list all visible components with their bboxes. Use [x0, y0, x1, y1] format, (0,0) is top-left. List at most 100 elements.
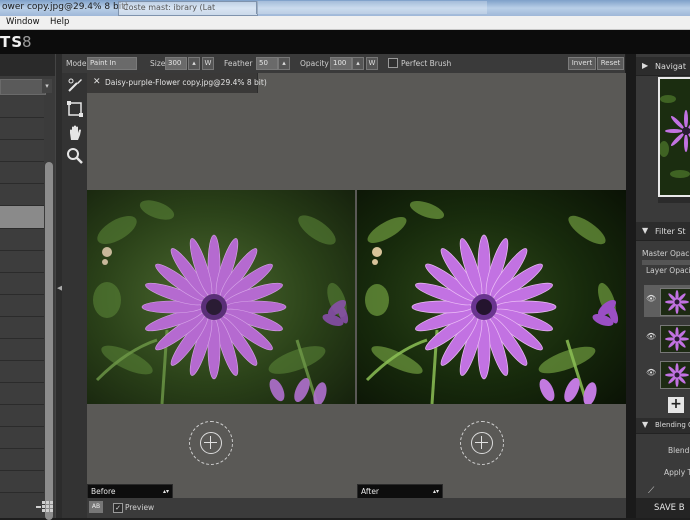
menubar: Window Help [0, 16, 690, 30]
app-brand-bar: TS 8 [0, 30, 690, 54]
size-stepper[interactable]: ▴ [188, 57, 200, 70]
preset-row-selected[interactable] [0, 206, 44, 229]
size-input[interactable]: 300 [165, 57, 187, 70]
eye-icon[interactable]: 👁 [646, 294, 656, 303]
menu-window[interactable]: Window [6, 17, 40, 27]
brush-cursor-after [460, 421, 504, 465]
preset-row[interactable] [0, 251, 44, 273]
preset-row[interactable] [0, 273, 44, 295]
feather-input[interactable]: 50 [256, 57, 278, 70]
save-button[interactable]: SAVE B [636, 498, 690, 518]
canvas-bottom-bar: AB ✓ Preview [87, 498, 626, 518]
preset-row[interactable] [0, 405, 44, 427]
preset-row[interactable] [0, 140, 44, 162]
opacity-w-button[interactable]: W [366, 57, 378, 70]
document-tab-label: Daisy-purple-Flower copy.jpg@29.4% 8 bit… [105, 78, 267, 87]
before-view-select[interactable]: Before ▴▾ [87, 484, 173, 499]
preset-row[interactable] [0, 229, 44, 251]
perfect-brush-checkbox[interactable] [388, 58, 398, 68]
filter-stack-title: Filter St [655, 227, 686, 236]
preset-row[interactable] [0, 449, 44, 471]
transform-tool-icon[interactable] [66, 100, 84, 118]
after-view-select[interactable]: After ▴▾ [357, 484, 443, 499]
perfect-brush-label: Perfect Brush [401, 59, 452, 68]
blending-options-header[interactable]: ▼ Blending Op [636, 418, 690, 434]
layer-opacity-label: Layer Opaci [646, 266, 690, 275]
blend-mode-label: Blendi [668, 446, 690, 455]
master-opacity-label: Master Opaci [642, 249, 690, 258]
navigator-title: Navigat [655, 62, 686, 71]
right-panel-splitter[interactable] [626, 54, 636, 518]
after-view-label: After [361, 487, 380, 496]
opacity-label: Opacity [300, 59, 329, 68]
hand-tool-icon[interactable] [66, 124, 84, 142]
save-button-label: SAVE B [654, 503, 685, 513]
preview-label: Preview [125, 503, 155, 512]
collapse-triangle-icon[interactable]: ▼ [642, 226, 648, 235]
preview-checkbox[interactable]: ✓ [113, 503, 123, 513]
size-label: Size [150, 59, 166, 68]
browser-tab[interactable]: Coste mast: ibrary (Lat [118, 1, 258, 16]
preset-dropdown-icon[interactable]: ▾ [42, 79, 52, 93]
opacity-stepper[interactable]: ▴ [352, 57, 364, 70]
feather-label: Feather [224, 59, 253, 68]
apply-to-label: Apply T [664, 468, 690, 477]
before-select-chevron-icon: ▴▾ [162, 488, 169, 495]
browser-tab-empty[interactable] [256, 1, 487, 14]
preset-row[interactable] [0, 118, 44, 140]
eyedropper-icon[interactable]: ⟋ [648, 486, 654, 496]
grid-view-icon[interactable] [36, 501, 53, 515]
left-browser-panel: ▾ [0, 54, 55, 520]
mode-select[interactable]: Paint In [87, 57, 137, 70]
preset-row[interactable] [0, 361, 44, 383]
expand-triangle-icon[interactable]: ▶ [642, 61, 648, 70]
left-panel-scrollbar[interactable] [45, 162, 53, 520]
master-opacity-slider[interactable] [642, 260, 690, 265]
collapse-triangle-icon[interactable]: ▼ [642, 420, 648, 429]
feather-stepper[interactable]: ▴ [278, 57, 290, 70]
preset-row[interactable] [0, 184, 44, 206]
brush-cursor-before [189, 421, 233, 465]
split-view-button[interactable]: AB [89, 501, 103, 513]
add-filter-button[interactable]: + [668, 397, 684, 413]
opacity-input[interactable]: 100 [330, 57, 352, 70]
blending-options-title: Blending Op [655, 421, 690, 429]
before-view-label: Before [91, 487, 116, 496]
zoom-tool-icon[interactable] [66, 147, 84, 165]
before-image[interactable] [87, 190, 355, 404]
layer-thumbnail[interactable] [660, 361, 690, 389]
preset-row[interactable] [0, 162, 44, 184]
preset-row[interactable] [0, 383, 44, 405]
brush-tool-icon[interactable] [66, 76, 84, 94]
eye-icon[interactable]: 👁 [646, 332, 656, 341]
menu-help[interactable]: Help [50, 17, 69, 27]
app-version: 8 [22, 33, 32, 51]
after-select-chevron-icon: ▴▾ [432, 488, 439, 495]
navigator-header[interactable]: ▶ Navigat [636, 57, 690, 76]
eye-icon[interactable]: 👁 [646, 368, 656, 377]
preset-row[interactable] [0, 427, 44, 449]
preset-search-input[interactable] [0, 79, 46, 95]
close-document-icon[interactable]: ✕ [93, 77, 101, 87]
tool-strip [62, 73, 87, 518]
preset-row[interactable] [0, 295, 44, 317]
app-logo: TS [0, 33, 24, 51]
navigator-thumbnail[interactable] [658, 77, 690, 197]
layer-thumbnail[interactable] [660, 325, 690, 353]
preset-row[interactable] [0, 317, 44, 339]
layer-thumbnail[interactable] [660, 288, 690, 316]
preset-row[interactable] [0, 96, 44, 118]
left-panel-header [0, 54, 55, 76]
filter-stack-header[interactable]: ▼ Filter St [636, 222, 690, 241]
invert-button[interactable]: Invert [568, 57, 596, 70]
size-w-button[interactable]: W [202, 57, 214, 70]
preset-row[interactable] [0, 339, 44, 361]
mode-label: Mode [66, 59, 87, 68]
reset-button[interactable]: Reset [597, 57, 624, 70]
window-titlebar: ower copy.jpg@29.4% 8 bit) Coste mast: i… [0, 0, 690, 16]
navigator-zoom-bar[interactable] [658, 197, 690, 203]
preset-row[interactable] [0, 471, 44, 493]
after-image[interactable] [357, 190, 626, 404]
window-title: ower copy.jpg@29.4% 8 bit) [2, 2, 129, 12]
document-tab[interactable]: ✕ Daisy-purple-Flower copy.jpg@29.4% 8 b… [87, 73, 267, 93]
